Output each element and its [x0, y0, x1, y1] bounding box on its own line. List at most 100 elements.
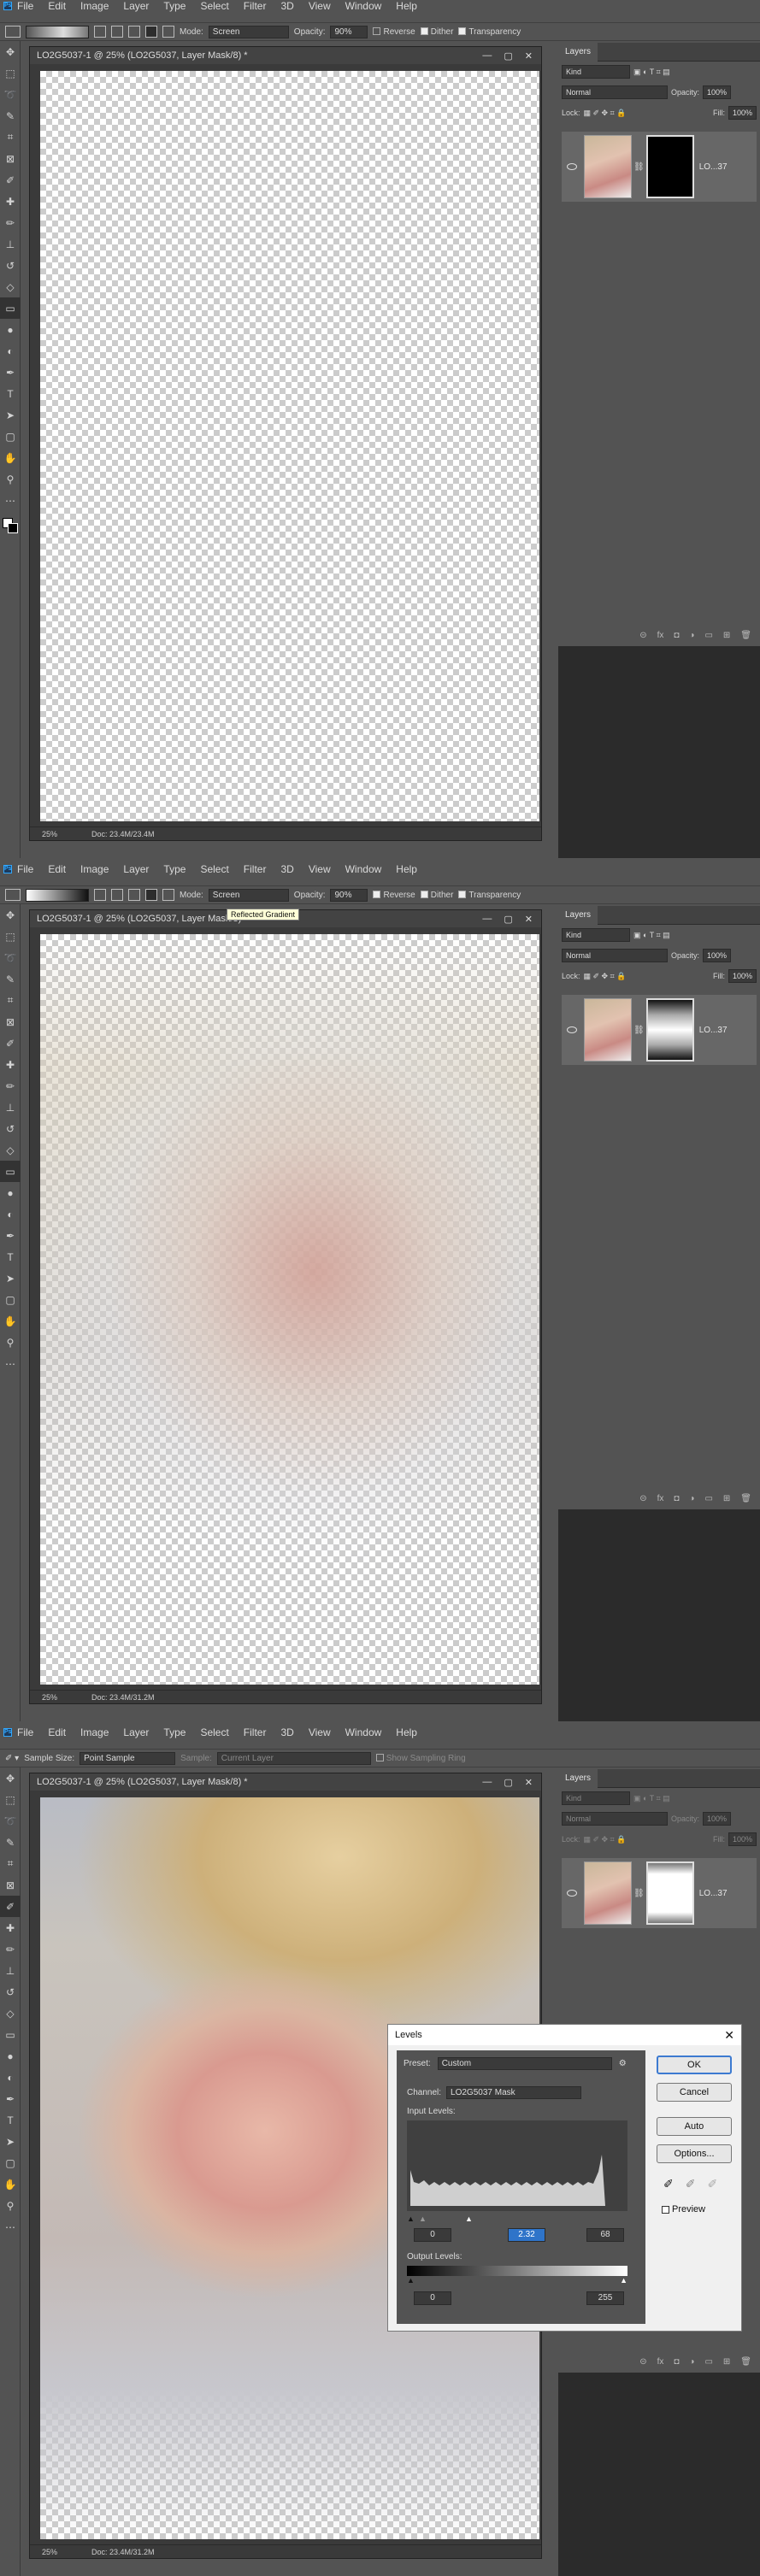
more-icon[interactable]: ⋯ [0, 2216, 21, 2238]
filter-icons[interactable]: ▣ ◐ T ⌗ ▤ [633, 68, 670, 77]
maximize-icon[interactable]: ▢ [504, 50, 512, 62]
ok-button[interactable]: OK [657, 2056, 732, 2074]
transparency-checkbox[interactable]: Transparency [458, 27, 521, 37]
output-black-slider[interactable]: ▲ [407, 2276, 415, 2285]
more-icon[interactable]: ⋯ [0, 1353, 21, 1374]
trash-icon[interactable]: 🗑 [740, 631, 751, 640]
group-icon[interactable]: ▭ [704, 631, 712, 640]
linear-gradient-button[interactable] [94, 26, 106, 38]
layers-tab[interactable]: Layers [558, 1768, 598, 1788]
maximize-icon[interactable]: ▢ [504, 914, 512, 925]
eyedropper-tool-icon[interactable]: ✐ ▾ [5, 1754, 19, 1763]
white-eyedropper-icon[interactable]: ✐ [707, 2177, 717, 2191]
radial-gradient-button[interactable] [111, 889, 123, 901]
document-tab[interactable]: LO2G5037-1 @ 25% (LO2G5037, Layer Mask/8… [30, 1773, 541, 1791]
lock-icons[interactable]: ▦ ✐ ✥ ⌗ 🔒 [584, 109, 627, 118]
type-icon[interactable]: T [0, 2109, 21, 2131]
fill-field[interactable]: 100% [728, 969, 757, 983]
minimize-icon[interactable]: — [482, 50, 492, 62]
adjustment-icon[interactable]: ◑ [689, 2357, 694, 2367]
radial-gradient-button[interactable] [111, 26, 123, 38]
path-select-icon[interactable]: ➤ [0, 404, 21, 426]
color-swatches[interactable] [0, 511, 21, 540]
menu-filter[interactable]: Filter [244, 0, 267, 12]
menu-select[interactable]: Select [200, 1726, 228, 1738]
layer-name[interactable]: LO...37 [699, 1026, 728, 1035]
opacity-field[interactable]: 90% [330, 25, 368, 38]
fx-icon[interactable]: fx [657, 1494, 664, 1503]
angle-gradient-button[interactable] [128, 889, 140, 901]
white-point-slider[interactable]: ▲ [465, 2214, 473, 2223]
opacity-field[interactable]: 90% [330, 888, 368, 902]
blur-icon[interactable]: ● [0, 1182, 21, 1203]
menu-filter[interactable]: Filter [244, 1726, 267, 1738]
eyedropper-icon[interactable]: ✐ [0, 169, 21, 191]
link-layers-icon[interactable]: ⊝ [639, 2357, 646, 2367]
brush-icon[interactable]: ✏ [0, 1075, 21, 1097]
lasso-icon[interactable]: ➰ [0, 947, 21, 968]
crop-icon[interactable]: ⌗ [0, 1853, 21, 1874]
fx-icon[interactable]: fx [657, 2357, 664, 2367]
doc-size[interactable]: Doc: 23.4M/31.2M [91, 1693, 155, 1702]
layer-thumbnail[interactable] [584, 1861, 632, 1925]
eraser-icon[interactable]: ◇ [0, 1139, 21, 1161]
add-mask-icon[interactable]: ◘ [674, 2357, 679, 2367]
frame-icon[interactable]: ⊠ [0, 148, 21, 169]
zoom-level[interactable]: 25% [42, 830, 57, 838]
layer-opacity-field[interactable]: 100% [703, 949, 732, 962]
add-mask-icon[interactable]: ◘ [674, 631, 679, 640]
history-brush-icon[interactable]: ↺ [0, 1118, 21, 1139]
layer-row[interactable]: ⛓ LO...37 [562, 995, 757, 1065]
shape-icon[interactable]: ▢ [0, 426, 21, 447]
layer-mask-thumbnail[interactable] [645, 998, 694, 1062]
menu-view[interactable]: View [309, 1726, 331, 1738]
layer-name[interactable]: LO...37 [699, 162, 728, 172]
menu-image[interactable]: Image [80, 863, 109, 875]
healing-icon[interactable]: ✚ [0, 191, 21, 212]
dodge-icon[interactable]: ◐ [0, 2067, 21, 2088]
pen-icon[interactable]: ✒ [0, 362, 21, 383]
visibility-eye-icon[interactable] [567, 1026, 577, 1033]
link-icon[interactable]: ⛓ [633, 1889, 645, 1898]
gradient-tool-icon[interactable] [5, 889, 21, 901]
trash-icon[interactable]: 🗑 [740, 1494, 751, 1503]
kind-filter[interactable]: Kind [562, 65, 630, 79]
menu-3d[interactable]: 3D [280, 0, 293, 12]
layer-opacity-field[interactable]: 100% [703, 1812, 732, 1826]
preview-checkbox[interactable]: Preview [662, 2204, 705, 2214]
diamond-gradient-button[interactable] [162, 889, 174, 901]
frame-icon[interactable]: ⊠ [0, 1874, 21, 1896]
stamp-icon[interactable]: ⊥ [0, 233, 21, 255]
layer-thumbnail[interactable] [584, 135, 632, 198]
minimize-icon[interactable]: — [482, 914, 492, 925]
mode-select[interactable]: Screen [208, 25, 289, 38]
link-layers-icon[interactable]: ⊝ [639, 631, 646, 640]
zoom-level[interactable]: 25% [42, 2548, 57, 2556]
close-icon[interactable]: ✕ [724, 2028, 734, 2043]
pen-icon[interactable]: ✒ [0, 2088, 21, 2109]
minimize-icon[interactable]: — [482, 1777, 492, 1788]
black-eyedropper-icon[interactable]: ✐ [663, 2177, 674, 2191]
lock-icons[interactable]: ▦ ✐ ✥ ⌗ 🔒 [584, 1835, 627, 1844]
document-tab[interactable]: LO2G5037-1 @ 25% (LO2G5037, Layer Mask/8… [30, 47, 541, 64]
input-gamma-field[interactable]: 2.32 [508, 2228, 545, 2242]
menu-select[interactable]: Select [200, 0, 228, 12]
path-select-icon[interactable]: ➤ [0, 2131, 21, 2152]
menu-layer[interactable]: Layer [123, 863, 149, 875]
frame-icon[interactable]: ⊠ [0, 1011, 21, 1032]
menu-view[interactable]: View [309, 0, 331, 12]
menu-help[interactable]: Help [396, 0, 417, 12]
gradient-icon[interactable]: ▭ [0, 1161, 21, 1182]
stamp-icon[interactable]: ⊥ [0, 1097, 21, 1118]
menu-image[interactable]: Image [80, 0, 109, 12]
move-icon[interactable]: ✥ [0, 904, 21, 926]
marquee-icon[interactable]: ⬚ [0, 62, 21, 84]
kind-filter[interactable]: Kind [562, 1791, 630, 1805]
menu-view[interactable]: View [309, 863, 331, 875]
preset-gear-icon[interactable]: ⚙ [619, 2059, 627, 2068]
dither-checkbox[interactable]: Dither [420, 27, 453, 37]
output-black-field[interactable]: 0 [414, 2291, 451, 2305]
dodge-icon[interactable]: ◐ [0, 340, 21, 362]
maximize-icon[interactable]: ▢ [504, 1777, 512, 1788]
marquee-icon[interactable]: ⬚ [0, 1789, 21, 1810]
